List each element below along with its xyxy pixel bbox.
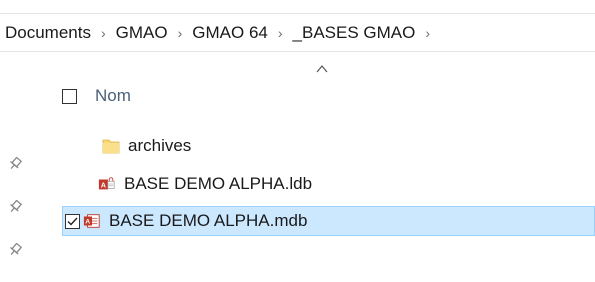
breadcrumb-separator[interactable]: ›	[94, 25, 113, 41]
breadcrumb: Documents › GMAO › GMAO 64 › _BASES GMAO…	[0, 15, 595, 52]
access-lock-file-icon: A	[98, 175, 116, 193]
breadcrumb-separator[interactable]: ›	[271, 25, 290, 41]
column-header-name[interactable]: Nom	[62, 84, 131, 108]
top-strip	[0, 0, 595, 14]
list-item-base-demo-alpha-mdb[interactable]: A BASE DEMO ALPHA.mdb	[62, 206, 595, 236]
file-name: archives	[128, 136, 192, 155]
breadcrumb-separator[interactable]: ›	[171, 25, 190, 41]
sort-ascending-icon	[316, 65, 328, 73]
svg-text:A: A	[101, 181, 106, 190]
list-item-base-demo-alpha-ldb[interactable]: A BASE DEMO ALPHA.ldb	[62, 171, 595, 197]
breadcrumb-item-gmao[interactable]: GMAO	[113, 23, 171, 43]
list-item-archives[interactable]: archives	[62, 133, 595, 159]
select-all-checkbox[interactable]	[62, 88, 77, 104]
access-database-icon: A	[83, 212, 101, 230]
svg-text:A: A	[85, 219, 90, 226]
pin-icon[interactable]	[8, 200, 22, 214]
breadcrumb-item-gmao-64[interactable]: GMAO 64	[189, 23, 271, 43]
breadcrumb-item-bases-gmao[interactable]: _BASES GMAO	[290, 23, 419, 43]
breadcrumb-item-documents[interactable]: Documents	[2, 23, 94, 43]
file-name: BASE DEMO ALPHA.mdb	[109, 211, 308, 230]
pin-icon[interactable]	[8, 157, 22, 171]
folder-icon	[102, 137, 120, 155]
item-checkbox-checked[interactable]	[65, 213, 80, 229]
pin-icon[interactable]	[8, 243, 22, 257]
file-name: BASE DEMO ALPHA.ldb	[124, 174, 313, 193]
column-header-label[interactable]: Nom	[95, 86, 131, 106]
breadcrumb-separator[interactable]: ›	[418, 25, 437, 41]
